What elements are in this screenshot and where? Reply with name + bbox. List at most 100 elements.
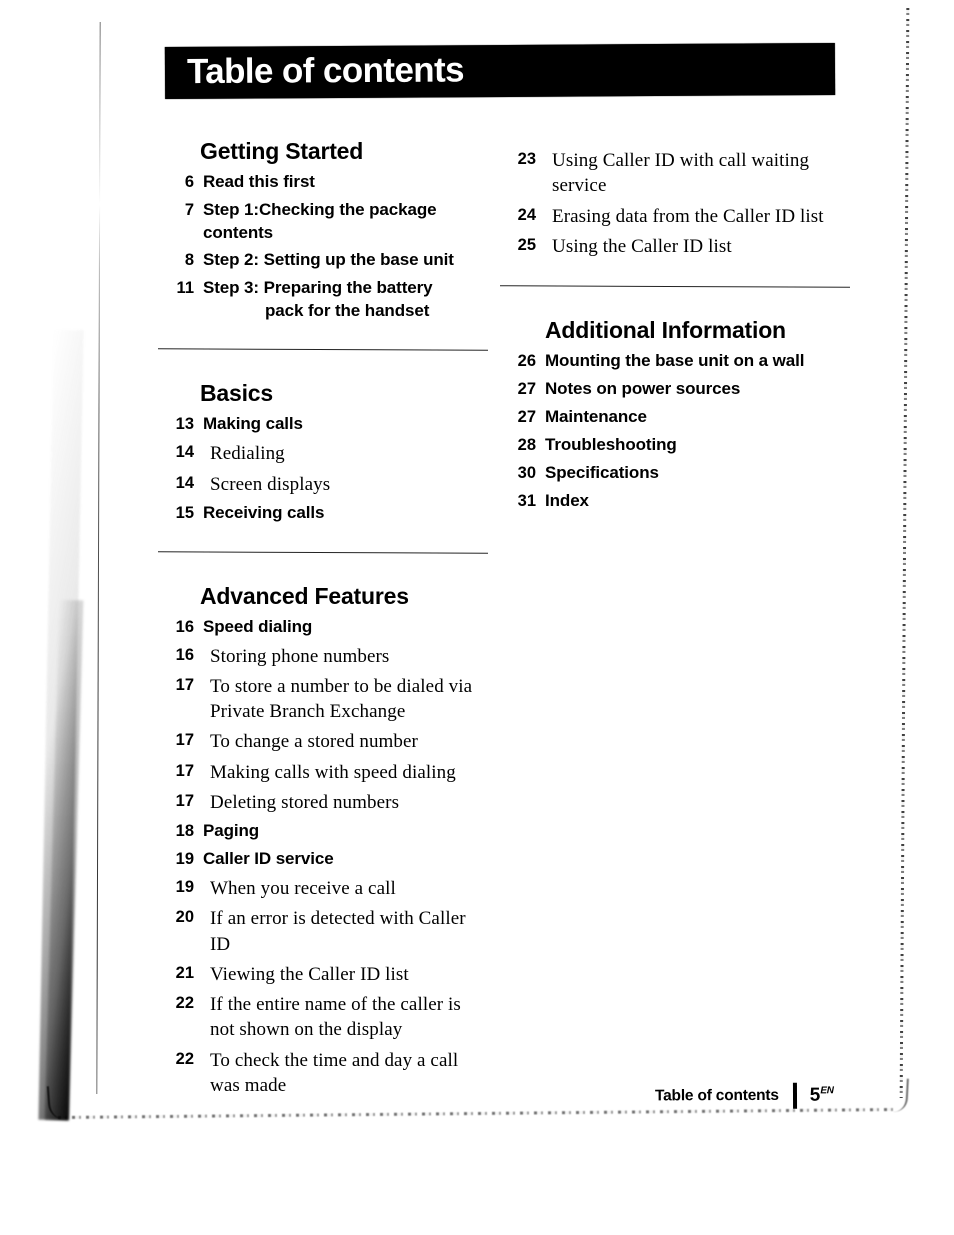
toc-entry-page-number: 22 [175,994,194,1013]
toc-entry[interactable]: 23 Using Caller ID with call waiting serv… [500,148,850,199]
scan-gutter-shadow-dark [44,599,84,1121]
toc-entry-label: Read this first [203,172,315,191]
toc-entry[interactable]: 19 Caller ID service [158,848,488,871]
scan-gutter-shadow [38,329,84,1121]
toc-entry[interactable]: 18 Paging [158,820,488,843]
toc-entry[interactable]: 19 When you receive a call [158,876,488,901]
toc-entry-label: Using the Caller ID list [552,235,732,257]
toc-entry[interactable]: 28 Troubleshooting [500,434,850,457]
toc-entry[interactable]: 17 To store a number to be dialed via Pri… [158,674,488,725]
toc-entry-label: Paging [203,821,260,841]
page-corner-curl-left [46,1083,88,1121]
toc-entry-label: Troubleshooting [545,434,677,454]
toc-entry-page-number: 28 [517,435,536,454]
toc-entry[interactable]: 16 Storing phone numbers [158,644,488,669]
footer-page-number: 5EN [810,1085,834,1107]
toc-entry-page-number: 15 [175,503,194,522]
toc-entry-label: If an error is detected with Caller ID [210,908,466,955]
toc-entry[interactable]: 11 Step 3: Preparing the battery pack for … [158,277,488,322]
toc-entry-page-number: 17 [175,761,194,780]
toc-entry-page-number: 24 [517,205,536,224]
toc-entry-label-line1: Step 3: Preparing the battery [203,278,433,298]
toc-entry-label: Notes on power sources [545,379,741,398]
toc-entry-page-number: 22 [175,1049,194,1068]
toc-entry-label: Redialing [210,443,285,465]
toc-entry-label: Storing phone numbers [210,645,390,667]
toc-entry-label: Step 1:Checking the package contents [203,199,437,242]
toc-entry-page-number: 6 [184,173,194,191]
toc-entry-label: Viewing the Caller ID list [210,963,409,985]
footer-divider-rule [792,1082,797,1109]
toc-entry[interactable]: 15 Receiving calls [158,502,488,525]
toc-entry-page-number: 7 [184,200,194,219]
toc-entry[interactable]: 13 Making calls [158,413,488,436]
toc-entry[interactable]: 21 Viewing the Caller ID list [158,962,488,987]
toc-entry[interactable]: 16 Speed dialing [158,616,488,639]
toc-entry-page-number: 11 [176,279,194,298]
toc-entry-page-number: 16 [175,617,194,636]
page-corner-curl-right [879,1077,909,1113]
toc-entry[interactable]: 17 Making calls with speed dialing [158,760,488,785]
toc-entry-page-number: 25 [517,235,536,254]
toc-entry[interactable]: 31 Index [500,490,850,513]
toc-entry-page-number: 17 [175,791,194,810]
toc-entry-page-number: 13 [175,415,194,434]
toc-entry[interactable]: 17 Deleting stored numbers [158,790,488,815]
toc-entry[interactable]: 14 Redialing [158,441,488,466]
toc-entry-label: Using Caller ID with call waiting servic… [552,150,810,197]
page-edge-left [96,22,102,1094]
footer-page-suffix: EN [820,1085,834,1097]
toc-entry-label: Screen displays [210,473,331,495]
toc-entry[interactable]: 7 Step 1:Checking the package contents [158,199,488,244]
toc-entry-label: Speed dialing [203,616,313,636]
toc-entry-page-number: 23 [517,150,536,168]
toc-entry-page-number: 21 [175,963,194,982]
toc-entry-page-number: 17 [175,731,194,750]
toc-entry[interactable]: 25 Using the Caller ID list [500,234,850,259]
toc-entry-page-number: 17 [175,675,194,694]
page-edge-bottom [58,1107,898,1120]
toc-column-right: 23 Using Caller ID with call waiting serv… [499,148,851,518]
toc-entry-label: To check the time and day a call was mad… [210,1049,459,1096]
toc-entry-label: To store a number to be dialed via Priva… [210,675,473,723]
toc-entry-label: If the entire name of the caller is not … [210,994,461,1041]
toc-entry-page-number: 8 [184,251,194,270]
section-title: Getting Started [200,138,364,164]
page-title: Table of contents [186,50,465,92]
toc-entry-label: Mounting the base unit on a wall [545,351,805,371]
toc-entry-label: Erasing data from the Caller ID list [552,205,824,227]
toc-entry-label: Index [545,490,589,510]
toc-entry-page-number: 27 [517,380,536,398]
toc-entry[interactable]: 27 Notes on power sources [500,378,850,401]
toc-entry[interactable]: 27 Maintenance [500,406,850,429]
toc-entry[interactable]: 22 To check the time and day a call was m… [158,1048,488,1099]
footer-label: Table of contents [654,1086,779,1105]
toc-entry-page-number: 20 [175,908,194,927]
toc-entry-label: Maintenance [545,406,647,426]
footer-page-digit: 5 [809,1084,821,1106]
toc-entry[interactable]: 22 If the entire name of the caller is no… [158,992,488,1043]
section-title: Basics [200,380,273,407]
toc-entry-page-number: 16 [175,645,194,664]
toc-entry[interactable]: 26 Mounting the base unit on a wall [500,350,850,373]
toc-entry-page-number: 27 [517,407,536,426]
toc-entry[interactable]: 8 Step 2: Setting up the base unit [158,249,488,272]
page-footer: Table of contents 5EN [654,1082,834,1110]
toc-entry-label: Making calls with speed dialing [210,761,456,783]
toc-entry-page-number: 19 [175,850,194,869]
toc-entry[interactable]: 24 Erasing data from the Caller ID list [500,204,850,229]
toc-entry[interactable]: 6 Read this first [158,171,488,194]
toc-entry[interactable]: 20 If an error is detected with Caller ID [158,906,488,957]
toc-entry[interactable]: 14 Screen displays [158,472,488,497]
page-canvas: Table of contents Getting Started 6 Read t… [0,0,954,1235]
page-edge-right [899,8,910,1098]
toc-entry-label: To change a stored number [210,731,418,753]
toc-entry[interactable]: 30 Specifications [500,462,850,485]
toc-entry[interactable]: 17 To change a stored number [158,729,488,754]
